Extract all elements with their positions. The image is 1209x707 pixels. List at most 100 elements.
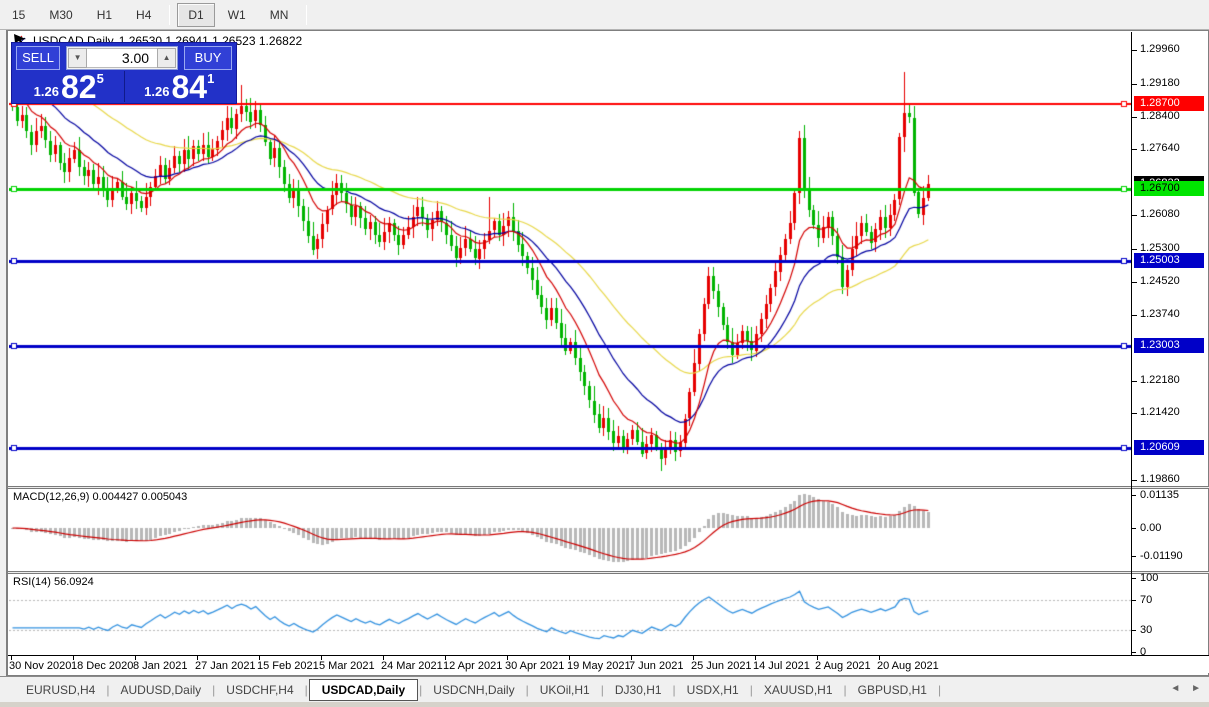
chart-window: USDCAD,Daily 1.26530 1.26941 1.26523 1.2…: [6, 30, 1209, 676]
rsi-label: RSI(14) 56.0924: [13, 576, 94, 588]
date-label: 30 Nov 2020: [9, 660, 72, 672]
price-tick-label: 1.24520: [1140, 275, 1180, 287]
toolbar-separator: [306, 4, 308, 25]
tab-gbpusd[interactable]: GBPUSD,H1: [848, 680, 937, 700]
macd-axis-tick: [1132, 495, 1136, 496]
volume-stepper: ▼ ▲: [66, 46, 179, 70]
price-divider: [123, 71, 125, 102]
price-tick-mark: [1132, 480, 1137, 481]
price-tick-mark: [1132, 282, 1137, 283]
level-price-badge: 1.26700: [1134, 181, 1204, 196]
price-tick-mark: [1132, 249, 1137, 250]
date-label: 2 Aug 2021: [815, 660, 871, 672]
mt4-application-window: 15 M30 H1 H4 D1 W1 MN USDCAD,Daily 1.26 5 30 1.2…: [0, 0, 1209, 707]
rsi-axis-label: 30: [1140, 624, 1153, 636]
date-label: 8 Jan 2021: [133, 660, 188, 672]
sell-price[interactable]: 1.26 82 5: [16, 69, 122, 105]
tab-scroll-arrows[interactable]: ◄ ►: [1170, 683, 1205, 694]
date-label: 12 Apr 2021: [443, 660, 503, 672]
tab-usdchf[interactable]: USDCHF,H4: [216, 680, 303, 700]
buy-price-pip: 1: [207, 71, 215, 86]
price-tick-label: 1.19860: [1140, 473, 1180, 485]
price-tick-label: 1.29180: [1140, 77, 1180, 89]
date-label: 19 May 2021: [567, 660, 631, 672]
date-label: 14 Jul 2021: [753, 660, 810, 672]
price-tick-label: 1.21420: [1140, 406, 1180, 418]
tab-scroll-right-icon[interactable]: ►: [1191, 683, 1205, 694]
date-label: 25 Jun 2021: [691, 660, 752, 672]
tab-dj30[interactable]: DJ30,H1: [605, 680, 672, 700]
price-tick-mark: [1132, 381, 1137, 382]
buy-price-prefix: 1.26: [144, 84, 170, 99]
level-price-badge: 1.20609: [1134, 440, 1204, 455]
volume-decrement-icon[interactable]: ▼: [68, 48, 88, 68]
tab-usdcad[interactable]: USDCAD,Daily: [308, 678, 419, 701]
date-label: 27 Jan 2021: [195, 660, 256, 672]
buy-price[interactable]: 1.26 84 1: [127, 69, 233, 105]
sell-price-prefix: 1.26: [33, 84, 59, 99]
price-tick-mark: [1132, 84, 1137, 85]
timeframe-button-d1[interactable]: D1: [177, 2, 215, 27]
price-tick-mark: [1132, 315, 1137, 316]
date-label: 24 Mar 2021: [381, 660, 443, 672]
price-tick-mark: [1132, 215, 1137, 216]
price-tick-label: 1.22180: [1140, 374, 1180, 386]
price-axis-line: [1131, 32, 1132, 672]
tab-separator: |: [937, 682, 942, 697]
price-tick-mark: [1132, 413, 1137, 414]
tab-usdx[interactable]: USDX,H1: [677, 680, 749, 700]
tab-xauusd[interactable]: XAUUSD,H1: [754, 680, 843, 700]
date-label: 18 Dec 2020: [71, 660, 134, 672]
tab-scroll-left-icon[interactable]: ◄: [1170, 683, 1184, 694]
macd-axis-label: 0.01135: [1140, 489, 1179, 501]
date-label: 30 Apr 2021: [505, 660, 565, 672]
date-label: 5 Mar 2021: [319, 660, 375, 672]
sell-button[interactable]: SELL: [16, 46, 61, 70]
timeframe-button-15[interactable]: 15: [1, 3, 36, 27]
tab-audusd[interactable]: AUDUSD,Daily: [110, 680, 211, 700]
toolbar-separator: [169, 4, 171, 25]
timeframe-button-m30[interactable]: M30: [38, 3, 83, 27]
tab-eurusd[interactable]: EURUSD,H4: [16, 680, 105, 700]
buy-price-big: 84: [171, 69, 208, 105]
price-tick-label: 1.26080: [1140, 208, 1180, 220]
level-price-badge: 1.25003: [1134, 253, 1204, 268]
macd-axis-tick: [1132, 556, 1136, 557]
volume-increment-icon[interactable]: ▲: [157, 48, 177, 68]
price-tick-mark: [1132, 149, 1137, 150]
rsi-axis-tick: [1132, 578, 1136, 579]
level-price-badge: 1.23003: [1134, 338, 1204, 353]
rsi-axis-label: 70: [1140, 594, 1153, 606]
volume-input[interactable]: [87, 48, 158, 68]
rsi-chart-canvas[interactable]: [9, 574, 1131, 655]
price-tick-label: 1.23740: [1140, 308, 1180, 320]
price-tick-mark: [1132, 50, 1137, 51]
date-label: 7 Jun 2021: [629, 660, 684, 672]
date-label: 15 Feb 2021: [257, 660, 319, 672]
price-tick-label: 1.27640: [1140, 142, 1180, 154]
timeframe-button-h1[interactable]: H1: [86, 3, 123, 27]
timeframe-button-h4[interactable]: H4: [125, 3, 162, 27]
timeframe-button-mn[interactable]: MN: [259, 3, 300, 27]
rsi-axis-tick: [1132, 630, 1136, 631]
buy-button[interactable]: BUY: [184, 46, 232, 70]
one-click-trade-panel: SELL ▼ ▲ BUY 1.26 82 5: [11, 42, 237, 104]
tab-usdcnh[interactable]: USDCNH,Daily: [423, 680, 524, 700]
date-label: 20 Aug 2021: [877, 660, 939, 672]
price-tick-mark: [1132, 117, 1137, 118]
rsi-axis-tick: [1132, 600, 1136, 601]
timeframe-button-w1[interactable]: W1: [217, 3, 257, 27]
tab-ukoil[interactable]: UKOil,H1: [530, 680, 600, 700]
macd-axis-tick: [1132, 528, 1136, 529]
symbol-tab-bar: EURUSD,H4 | AUDUSD,Daily | USDCHF,H4 | USDCAD,…: [0, 676, 1209, 702]
macd-label: MACD(12,26,9) 0.004427 0.005043: [13, 491, 188, 503]
sell-price-big: 82: [60, 69, 97, 105]
macd-axis-label: -0.01190: [1140, 550, 1183, 562]
timeframe-toolbar: 15 M30 H1 H4 D1 W1 MN: [0, 0, 1209, 30]
date-axis[interactable]: 30 Nov 2020 18 Dec 2020 8 Jan 2021 27 Jan 2…: [8, 655, 1209, 673]
sell-price-pip: 5: [96, 71, 104, 86]
window-bottom-edge: [0, 702, 1209, 707]
macd-axis-label: 0.00: [1140, 522, 1162, 534]
rsi-axis-label: 100: [1140, 572, 1159, 584]
level-price-badge: 1.28700: [1134, 96, 1204, 111]
